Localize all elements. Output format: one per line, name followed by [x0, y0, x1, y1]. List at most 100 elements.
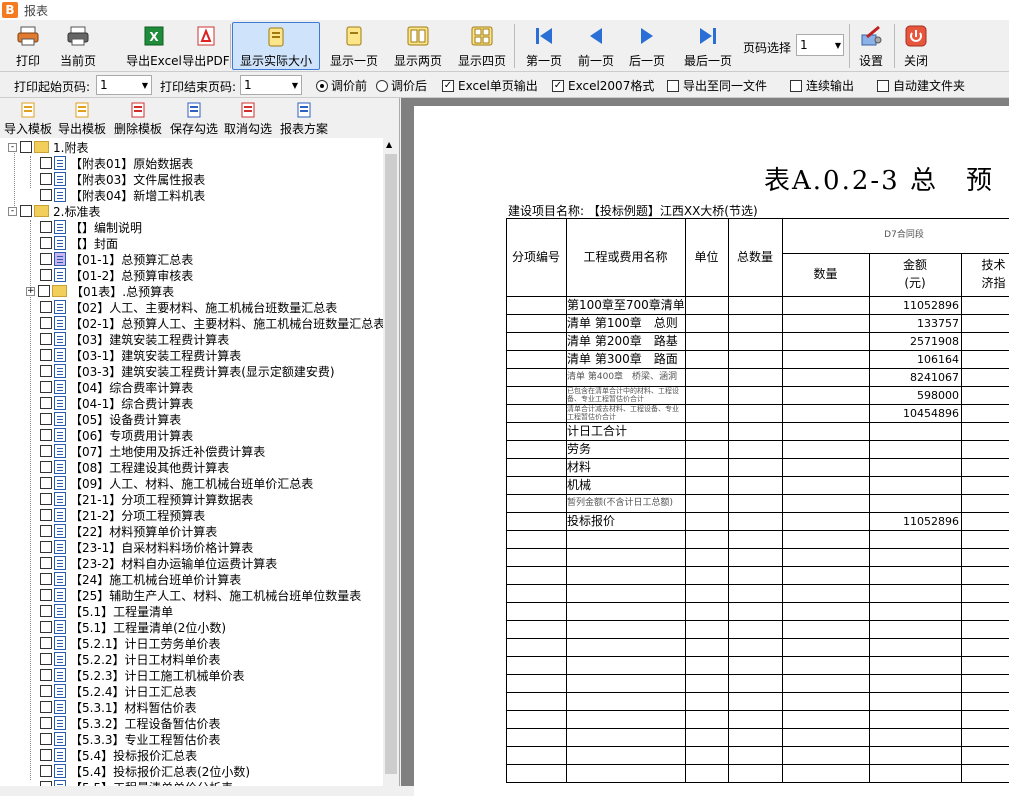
collapse-icon[interactable]: - [8, 142, 17, 152]
tree-checkbox[interactable] [40, 365, 52, 377]
radio-before-price[interactable]: 调价前 [316, 77, 367, 94]
tree-node[interactable]: 【02-1】总预算人工、主要材料、施工机械台班数量汇总表 [40, 315, 383, 331]
tree-node[interactable]: 【5.2.2】计日工材料单价表 [40, 651, 221, 667]
tree-node[interactable]: 【05】设备费计算表 [40, 411, 181, 427]
tree-checkbox[interactable] [40, 397, 52, 409]
tree-node[interactable]: 【5.4】投标报价汇总表(2位小数) [40, 763, 250, 779]
tree-checkbox[interactable] [40, 493, 52, 505]
page-select-dropdown[interactable]: 1 ▼ [796, 34, 844, 56]
tree-checkbox[interactable] [40, 461, 52, 473]
two-button[interactable]: 显示两页 [390, 22, 446, 70]
tree-node[interactable]: 【23-1】自采材料料场价格计算表 [40, 539, 253, 555]
tree-checkbox[interactable] [40, 381, 52, 393]
settings-button[interactable]: 设置 [855, 22, 887, 70]
tree-node[interactable]: 【附表04】新增工料机表 [40, 187, 205, 203]
tree-node[interactable]: 【5.2.4】计日工汇总表 [40, 683, 197, 699]
template-save-button[interactable]: 保存勾选 [170, 102, 218, 137]
template-export-button[interactable]: 导出模板 [58, 102, 106, 137]
tree-checkbox[interactable] [40, 429, 52, 441]
template-delete-button[interactable]: 删除模板 [114, 102, 162, 137]
close-button[interactable]: 关闭 [900, 22, 932, 70]
tree-checkbox[interactable] [40, 349, 52, 361]
tree-node[interactable]: 【5.3.2】工程设备暂估价表 [40, 715, 221, 731]
tree-checkbox[interactable] [40, 557, 52, 569]
start-page-combo[interactable]: 1 ▼ [96, 75, 152, 95]
expand-icon[interactable]: + [26, 286, 35, 296]
tree-node[interactable]: 【5.3.3】专业工程暂估价表 [40, 731, 221, 747]
tree-checkbox[interactable] [40, 717, 52, 729]
tree-checkbox[interactable] [40, 509, 52, 521]
tree-checkbox[interactable] [40, 333, 52, 345]
tree-node[interactable]: 【附表01】原始数据表 [40, 155, 193, 171]
template-scheme-button[interactable]: 报表方案 [280, 102, 328, 137]
tree-node[interactable]: 【08】工程建设其他费计算表 [40, 459, 229, 475]
actual-button[interactable]: 显示实际大小 [232, 22, 320, 70]
tree-checkbox[interactable] [40, 253, 52, 265]
one-button[interactable]: 显示一页 [326, 22, 382, 70]
tree-node[interactable]: 【】编制说明 [40, 219, 142, 235]
tree-node[interactable]: 【25】辅助生产人工、材料、施工机械台班单位数量表 [40, 587, 361, 603]
tree-checkbox[interactable] [40, 221, 52, 233]
tree-node[interactable]: 【07】土地使用及拆迁补偿费计算表 [40, 443, 265, 459]
tree-checkbox[interactable] [40, 413, 52, 425]
tree-checkbox[interactable] [40, 733, 52, 745]
tree-node[interactable]: 【03-3】建筑安装工程费计算表(显示定额建安费) [40, 363, 335, 379]
tree-checkbox[interactable] [40, 157, 52, 169]
same-file-checkbox[interactable]: 导出至同一文件 [667, 77, 767, 94]
tree-checkbox[interactable] [40, 701, 52, 713]
tree-node[interactable]: 【04-1】综合费计算表 [40, 395, 193, 411]
tree-node[interactable]: 【01-2】总预算审核表 [40, 267, 193, 283]
tree-checkbox[interactable] [40, 653, 52, 665]
template-import-button[interactable]: 导入模板 [4, 102, 52, 137]
scroll-up-icon[interactable]: ▲ [386, 140, 392, 149]
tree-checkbox[interactable] [40, 749, 52, 761]
excel2007-checkbox[interactable]: ✓ Excel2007格式 [552, 77, 654, 94]
tree-node[interactable]: 【23-2】材料自办运输单位运费计算表 [40, 555, 277, 571]
prev-button[interactable]: 前一页 [574, 22, 618, 70]
tree-node[interactable]: - 2.标准表 [8, 203, 100, 219]
tree-node[interactable]: 【】封面 [40, 235, 118, 251]
excel-single-checkbox[interactable]: ✓ Excel单页输出 [442, 77, 538, 94]
tree-node[interactable]: - 1.附表 [8, 139, 88, 155]
tree-checkbox[interactable] [40, 605, 52, 617]
current-button[interactable]: 当前页 [56, 22, 100, 70]
tree-node[interactable]: 【5.1】工程量清单 [40, 603, 173, 619]
next-button[interactable]: 后一页 [625, 22, 669, 70]
tree-checkbox[interactable] [40, 669, 52, 681]
tree-checkbox[interactable] [40, 541, 52, 553]
tree-node[interactable]: 【06】专项费用计算表 [40, 427, 193, 443]
tree-node[interactable]: 【21-1】分项工程预算计算数据表 [40, 491, 253, 507]
tree-checkbox[interactable] [20, 141, 32, 153]
tree-node[interactable]: 【5.4】投标报价汇总表 [40, 747, 197, 763]
tree-scrollbar[interactable]: ▲ [383, 138, 399, 786]
tree-checkbox[interactable] [40, 685, 52, 697]
radio-after-price[interactable]: 调价后 [376, 77, 427, 94]
end-page-combo[interactable]: 1 ▼ [240, 75, 302, 95]
continuous-checkbox[interactable]: 连续输出 [790, 77, 854, 94]
tree-node[interactable]: 【03-1】建筑安装工程费计算表 [40, 347, 241, 363]
tree-checkbox[interactable] [40, 237, 52, 249]
tree-node[interactable]: 【5.2.3】计日工施工机械单价表 [40, 667, 245, 683]
tree-checkbox[interactable] [38, 285, 50, 297]
template-cancel-button[interactable]: 取消勾选 [224, 102, 272, 137]
tree-node[interactable]: 【24】施工机械台班单价计算表 [40, 571, 241, 587]
tree-checkbox[interactable] [40, 589, 52, 601]
tree-checkbox[interactable] [40, 573, 52, 585]
tree-checkbox[interactable] [40, 765, 52, 777]
four-button[interactable]: 显示四页 [454, 22, 510, 70]
print-button[interactable]: 打印 [12, 22, 44, 70]
tree-checkbox[interactable] [40, 269, 52, 281]
tree-node[interactable]: + 【01表】.总预算表 [26, 283, 174, 299]
auto-folder-checkbox[interactable]: 自动建文件夹 [877, 77, 965, 94]
first-button[interactable]: 第一页 [522, 22, 566, 70]
tree-checkbox[interactable] [40, 477, 52, 489]
tree-checkbox[interactable] [40, 525, 52, 537]
tree-node[interactable]: 【5.3.1】材料暂估价表 [40, 699, 197, 715]
pdf-button[interactable]: 导出PDF [172, 22, 240, 70]
tree-checkbox[interactable] [40, 173, 52, 185]
tree-node[interactable]: 【03】建筑安装工程费计算表 [40, 331, 229, 347]
collapse-icon[interactable]: - [8, 206, 17, 216]
tree-node[interactable]: 【5.2.1】计日工劳务单价表 [40, 635, 221, 651]
tree-checkbox[interactable] [40, 781, 52, 786]
tree-checkbox[interactable] [40, 189, 52, 201]
